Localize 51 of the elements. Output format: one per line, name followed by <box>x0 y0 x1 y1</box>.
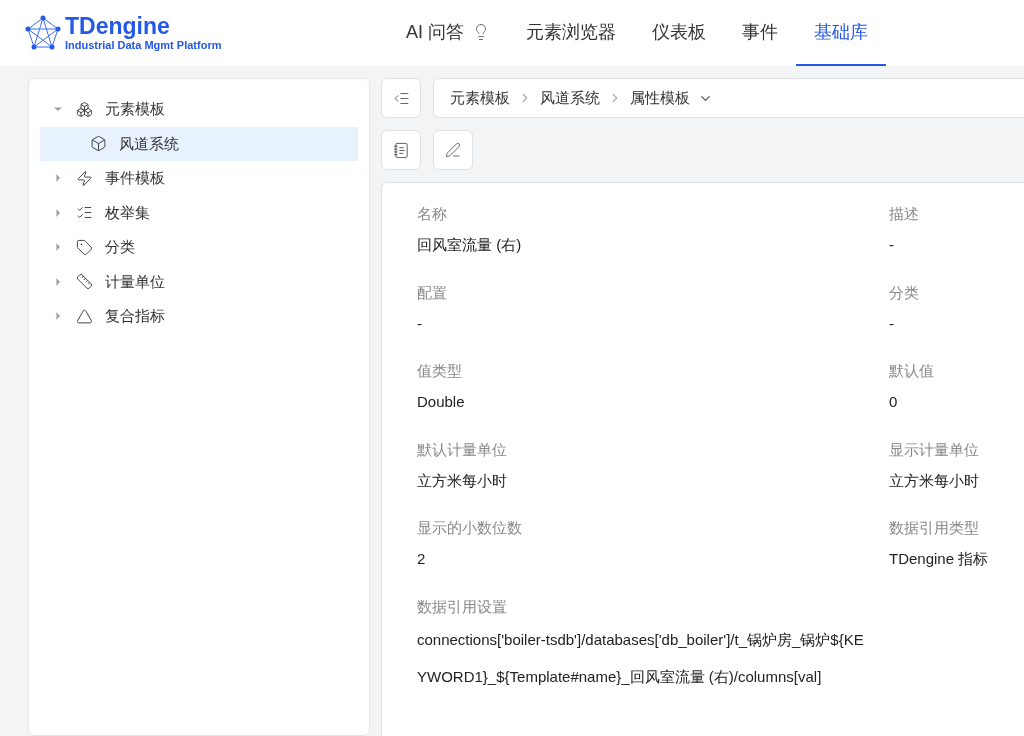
cube-icon <box>90 135 107 153</box>
collapse-button[interactable] <box>381 78 421 118</box>
field-label: 值类型 <box>417 361 463 381</box>
field-label: 数据引用类型 <box>889 518 980 538</box>
logo-name: TDengine <box>65 15 171 38</box>
tree-item[interactable]: 复合指标 <box>40 299 358 334</box>
field-value: Double <box>417 392 466 412</box>
field-label: 数据引用设置 <box>417 596 508 617</box>
logo-icon <box>25 15 61 51</box>
ruler-icon <box>76 273 93 291</box>
breadcrumb-link[interactable]: 元素模板 <box>450 86 510 110</box>
field-value: - <box>889 313 895 334</box>
pencil-icon <box>445 142 461 158</box>
field-label: 显示计量单位 <box>889 439 980 460</box>
field-value: - <box>889 235 895 255</box>
field-value: 立方米每小时 <box>889 470 980 491</box>
tag-icon <box>76 238 93 256</box>
details-button[interactable] <box>381 130 421 170</box>
nav-tab[interactable]: 事件 <box>724 0 796 66</box>
tree-item[interactable]: 元素模板 <box>40 92 358 127</box>
notebook-icon <box>392 141 410 159</box>
breadcrumb-link[interactable]: 属性模板 <box>630 86 690 110</box>
tree-item[interactable]: 风道系统 <box>40 126 358 161</box>
field-label: 显示的小数位数 <box>417 518 523 538</box>
breadcrumb-link[interactable]: 风道系统 <box>540 86 600 110</box>
tree-item[interactable]: 枚举集 <box>40 195 358 230</box>
tree-item[interactable]: 分类 <box>40 230 358 265</box>
nav-tab[interactable]: 元素浏览器 <box>508 0 634 66</box>
edit-button[interactable] <box>433 130 473 170</box>
triangle-icon <box>76 307 93 325</box>
nav-tab[interactable]: AI 问答 <box>388 0 508 66</box>
field-label: 默认计量单位 <box>417 439 508 460</box>
tree-item[interactable]: 事件模板 <box>40 161 358 196</box>
field-label: 分类 <box>889 282 920 303</box>
field-label: 描述 <box>889 204 920 224</box>
tree-item[interactable]: 计量单位 <box>40 264 358 299</box>
field-value: 立方米每小时 <box>417 470 508 491</box>
field-value: - <box>417 313 423 334</box>
field-value: connections['boiler-tsdb']/databases['db_boiler']/t_锅炉房_锅炉${KEYWORD1}_${Template#name}_回风室流量 (右)/columns[val] <box>417 629 865 687</box>
boxes-icon <box>76 100 93 118</box>
logo-tagline: Industrial Data Mgmt Platform <box>65 40 222 51</box>
field-value: 回风室流量 (右) <box>417 235 523 255</box>
lightning-icon <box>76 169 93 187</box>
field-label: 名称 <box>417 204 448 224</box>
field-label: 配置 <box>417 282 448 303</box>
field-value: 2 <box>417 549 427 569</box>
nav-tab[interactable]: 基础库 <box>796 0 886 66</box>
field-value: TDengine 指标 <box>889 549 990 569</box>
field-value: 0 <box>889 392 899 412</box>
nav-tab[interactable]: 仪表板 <box>634 0 724 66</box>
field-label: 默认值 <box>889 361 935 381</box>
